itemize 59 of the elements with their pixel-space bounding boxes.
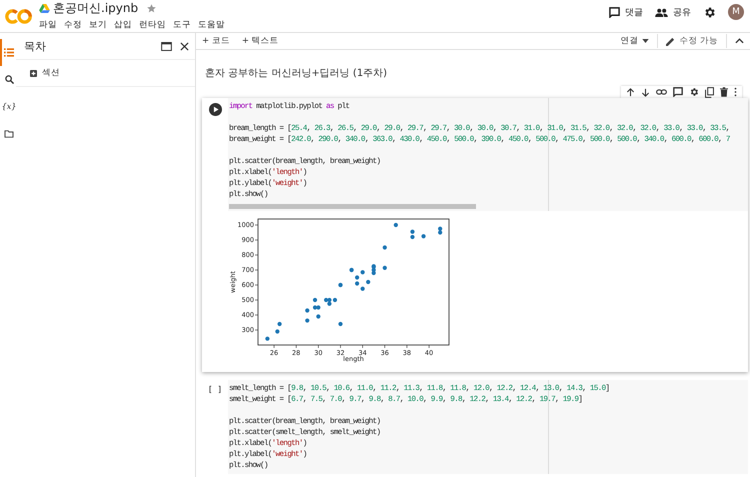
- run-prompt[interactable]: [ ]: [208, 385, 222, 474]
- mirror-icon[interactable]: [705, 86, 714, 98]
- share-button[interactable]: 공유: [655, 6, 691, 18]
- data-point: [394, 222, 398, 228]
- comment-icon[interactable]: [673, 87, 683, 97]
- close-icon[interactable]: [180, 42, 189, 50]
- caret-icon: [642, 39, 650, 43]
- pencil-icon: [666, 36, 676, 46]
- menu-item[interactable]: 파일: [39, 19, 57, 31]
- colab-logo[interactable]: [5, 8, 33, 25]
- code-cell[interactable]: [202, 98, 748, 372]
- add-cell-button[interactable]: + 텍스트: [238, 33, 283, 49]
- settings-icon[interactable]: [689, 87, 699, 97]
- drive-icon: [39, 4, 50, 13]
- data-point: [305, 318, 310, 323]
- section-item[interactable]: 섹션: [16, 60, 195, 87]
- data-point: [275, 329, 280, 334]
- menu-item[interactable]: 도구: [173, 19, 191, 31]
- panel-title: 목차: [24, 38, 46, 54]
- star-icon[interactable]: [147, 4, 156, 13]
- menu-item[interactable]: 수정: [64, 19, 82, 31]
- variables-tab[interactable]: {x}: [0, 93, 16, 120]
- edit-mode-button[interactable]: 수정 가능: [662, 33, 722, 49]
- settings-icon[interactable]: [703, 6, 716, 18]
- data-point: [382, 266, 387, 270]
- data-point: [278, 322, 282, 326]
- connect-button[interactable]: 연결: [616, 33, 654, 49]
- down-arrow-icon[interactable]: [641, 88, 650, 96]
- horizontal-scrollbar[interactable]: [229, 204, 476, 209]
- notebook-heading: 혼자 공부하는 머신러닝+딥러닝 (1주차): [205, 67, 388, 80]
- data-point: [305, 308, 310, 313]
- data-point: [312, 298, 318, 302]
- data-point: [265, 336, 270, 341]
- data-point: [421, 234, 426, 238]
- comment-icon: [609, 6, 620, 18]
- window-icon[interactable]: [161, 42, 172, 50]
- trash-icon[interactable]: [720, 87, 728, 97]
- run-button[interactable]: [208, 103, 222, 116]
- link-icon[interactable]: [656, 89, 667, 95]
- add-box-icon: [30, 70, 37, 76]
- data-point: [382, 245, 387, 250]
- menu-item[interactable]: 삽입: [114, 19, 132, 31]
- notebook-title[interactable]: 혼공머신.ipynb: [53, 0, 138, 17]
- data-point: [366, 280, 370, 284]
- menu-item[interactable]: 보기: [89, 19, 107, 31]
- folder-icon: [4, 130, 14, 138]
- data-point: [316, 314, 320, 319]
- avatar[interactable]: M: [728, 4, 744, 20]
- up-arrow-icon[interactable]: [626, 88, 635, 96]
- menu-item[interactable]: 런타임: [139, 19, 166, 31]
- menu-item[interactable]: 도움말: [198, 19, 225, 31]
- add-cell-button[interactable]: + 코드: [198, 33, 234, 49]
- collapse-icon[interactable]: [735, 38, 744, 44]
- data-point: [338, 322, 343, 326]
- people-icon: [655, 8, 668, 16]
- more-icon[interactable]: [734, 87, 737, 97]
- search-icon: [4, 75, 14, 84]
- list-icon: [4, 48, 14, 57]
- comment-button[interactable]: 댓글: [609, 6, 643, 18]
